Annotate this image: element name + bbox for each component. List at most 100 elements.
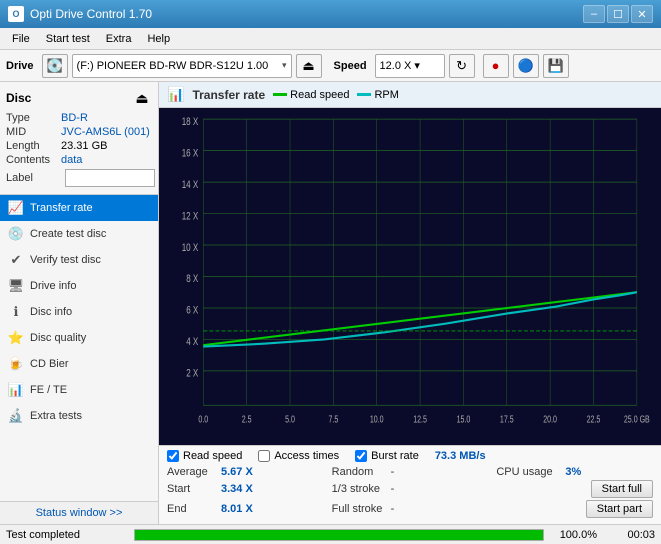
content-area: 📊 Transfer rate Read speed RPM [159, 82, 661, 524]
svg-text:12.5: 12.5 [413, 413, 427, 425]
legend-read-speed-color [273, 93, 287, 96]
disc-eject-icon: ⏏ [135, 90, 148, 107]
settings-button[interactable]: 🔵 [513, 54, 539, 78]
progress-percent: 100.0% [552, 529, 597, 541]
start-label: Start [167, 483, 217, 495]
stats-row-3: End 8.01 X Full stroke - Start part [167, 500, 653, 518]
label-input[interactable] [65, 169, 155, 187]
nav-item-disc-quality[interactable]: ⭐ Disc quality [0, 325, 158, 351]
average-label: Average [167, 466, 217, 478]
record-icon: ● [492, 58, 500, 73]
stat-random: Random - [332, 466, 489, 478]
maximize-button[interactable]: ☐ [607, 5, 629, 23]
refresh-icon: ↻ [456, 58, 467, 74]
svg-text:10.0: 10.0 [370, 413, 384, 425]
status-time: 00:03 [605, 529, 655, 541]
disc-eject-button[interactable]: ⏏ [132, 88, 152, 108]
access-times-checkbox[interactable] [258, 450, 270, 462]
legend-rpm-color [357, 93, 371, 96]
menu-start-test[interactable]: Start test [38, 31, 98, 47]
nav-label-cd-bier: CD Bier [30, 358, 69, 370]
nav-section: 📈 Transfer rate 💿 Create test disc ✔ Ver… [0, 195, 158, 501]
refresh-button[interactable]: ↻ [449, 54, 475, 78]
create-test-disc-icon: 💿 [8, 226, 24, 242]
svg-text:10 X: 10 X [182, 242, 199, 255]
stat-start: Start 3.34 X [167, 480, 324, 498]
access-times-cb-label: Access times [274, 450, 339, 462]
start-value: 3.34 X [221, 483, 261, 495]
transfer-rate-icon: 📈 [8, 200, 24, 216]
nav-label-create-test-disc: Create test disc [30, 228, 106, 240]
svg-text:4 X: 4 X [186, 336, 198, 349]
nav-item-verify-test-disc[interactable]: ✔ Verify test disc [0, 247, 158, 273]
start-full-button[interactable]: Start full [591, 480, 653, 498]
svg-text:25.0 GB: 25.0 GB [624, 413, 650, 425]
contents-key: Contents [6, 154, 61, 166]
svg-text:20.0: 20.0 [543, 413, 557, 425]
fe-te-icon: 📊 [8, 382, 24, 398]
nav-item-create-test-disc[interactable]: 💿 Create test disc [0, 221, 158, 247]
drive-icon: 💽 [46, 58, 62, 74]
status-window-button[interactable]: Status window >> [0, 501, 158, 524]
burst-rate-checkbox-item[interactable]: Burst rate [355, 450, 419, 462]
chart-svg: 18 X 16 X 14 X 12 X 10 X 8 X 6 X 4 X 2 X… [163, 112, 657, 441]
minimize-button[interactable]: – [583, 5, 605, 23]
burst-rate-checkbox[interactable] [355, 450, 367, 462]
svg-text:2 X: 2 X [186, 367, 198, 380]
nav-item-extra-tests[interactable]: 🔬 Extra tests [0, 403, 158, 429]
stat-average: Average 5.67 X [167, 466, 324, 478]
drive-select-text: (F:) PIONEER BD-RW BDR-S12U 1.00 [77, 60, 282, 72]
svg-text:6 X: 6 X [186, 304, 198, 317]
legend-rpm-label: RPM [374, 89, 398, 101]
record-button[interactable]: ● [483, 54, 509, 78]
end-label: End [167, 503, 217, 515]
chart-container: 18 X 16 X 14 X 12 X 10 X 8 X 6 X 4 X 2 X… [159, 108, 661, 445]
nav-label-verify-test-disc: Verify test disc [30, 254, 101, 266]
svg-text:0.0: 0.0 [198, 413, 208, 425]
chart-icon: 📊 [167, 86, 184, 103]
status-text: Test completed [6, 529, 126, 541]
start-part-button[interactable]: Start part [586, 500, 653, 518]
settings-icon: 🔵 [517, 58, 533, 74]
svg-text:18 X: 18 X [182, 116, 199, 129]
access-times-checkbox-item[interactable]: Access times [258, 450, 339, 462]
eject-button[interactable]: ⏏ [296, 54, 322, 78]
legend-rpm: RPM [357, 89, 398, 101]
drive-select-arrow-icon: ▾ [282, 60, 287, 71]
read-speed-checkbox[interactable] [167, 450, 179, 462]
nav-item-drive-info[interactable]: 🖥 Drive info [0, 273, 158, 299]
drive-select[interactable]: (F:) PIONEER BD-RW BDR-S12U 1.00 ▾ [72, 54, 292, 78]
disc-info-icon: ℹ [8, 304, 24, 320]
read-speed-checkbox-item[interactable]: Read speed [167, 450, 242, 462]
nav-label-extra-tests: Extra tests [30, 410, 82, 422]
mid-key: MID [6, 126, 61, 138]
nav-item-disc-info[interactable]: ℹ Disc info [0, 299, 158, 325]
full-stroke-value: - [391, 503, 395, 515]
svg-text:22.5: 22.5 [587, 413, 601, 425]
mid-val: JVC-AMS6L (001) [61, 126, 150, 138]
menu-file[interactable]: File [4, 31, 38, 47]
nav-item-fe-te[interactable]: 📊 FE / TE [0, 377, 158, 403]
length-key: Length [6, 140, 61, 152]
svg-text:5.0: 5.0 [285, 413, 295, 425]
full-stroke-label: Full stroke [332, 503, 387, 515]
burst-rate-value: 73.3 MB/s [435, 450, 486, 462]
menu-help[interactable]: Help [139, 31, 178, 47]
random-value: - [391, 466, 395, 478]
menu-extra[interactable]: Extra [98, 31, 140, 47]
speed-select[interactable]: 12.0 X ▾ [375, 54, 445, 78]
nav-item-cd-bier[interactable]: 🍺 CD Bier [0, 351, 158, 377]
close-button[interactable]: ✕ [631, 5, 653, 23]
save-button[interactable]: 💾 [543, 54, 569, 78]
stat-full-stroke: Full stroke - [332, 500, 489, 518]
nav-label-transfer-rate: Transfer rate [30, 202, 93, 214]
random-label: Random [332, 466, 387, 478]
stat-end: End 8.01 X [167, 500, 324, 518]
svg-text:7.5: 7.5 [328, 413, 338, 425]
nav-item-transfer-rate[interactable]: 📈 Transfer rate [0, 195, 158, 221]
progress-bar [134, 529, 544, 541]
legend-read-speed-label: Read speed [290, 89, 349, 101]
stat-start-full: Start full [496, 480, 653, 498]
toolbar: Drive 💽 (F:) PIONEER BD-RW BDR-S12U 1.00… [0, 50, 661, 82]
app-icon: O [8, 6, 24, 22]
